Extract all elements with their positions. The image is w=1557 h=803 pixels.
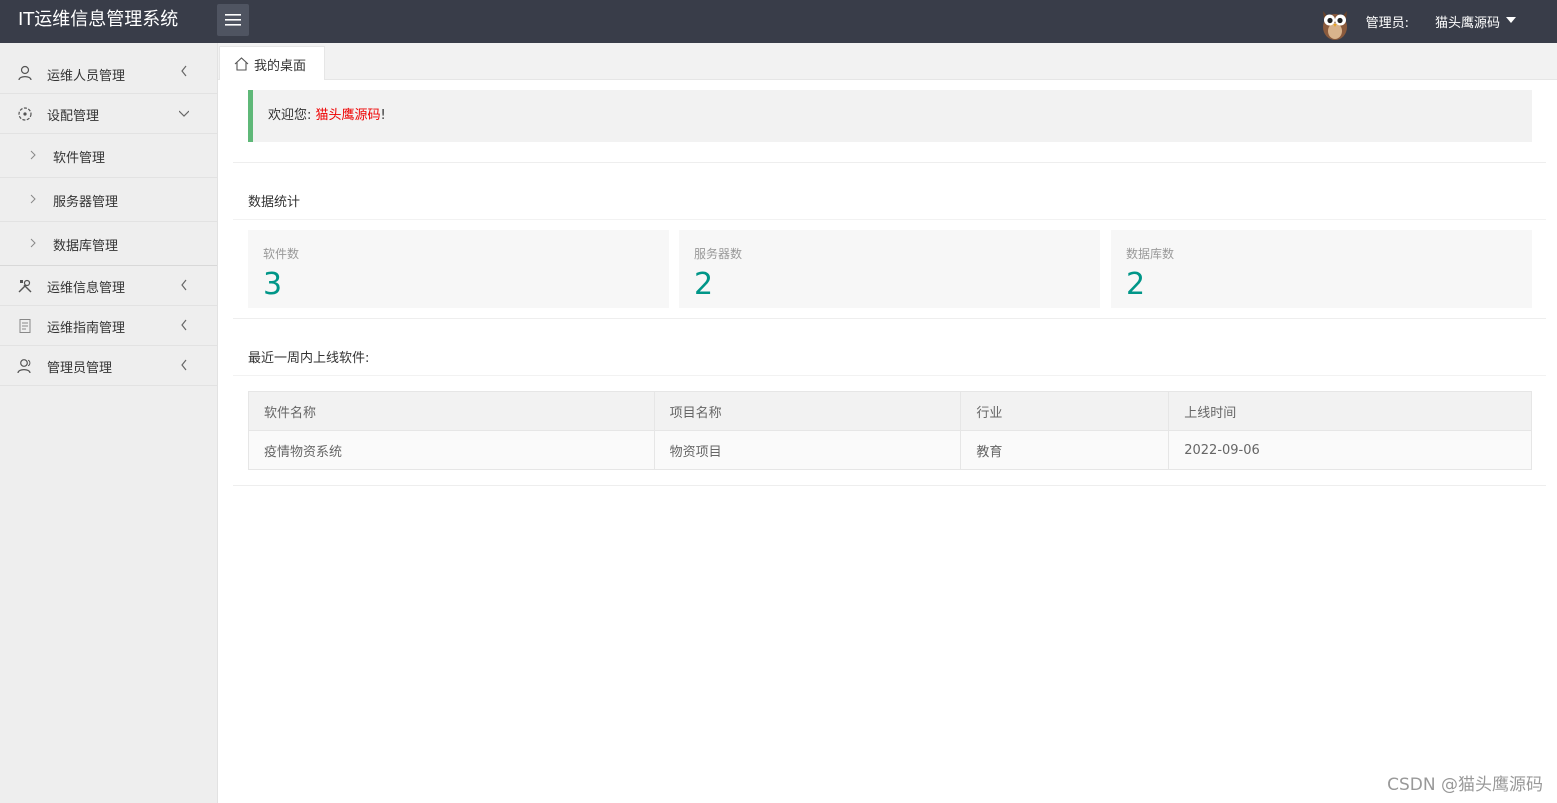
chevron-right-icon [30,238,36,248]
sidebar-item-admins[interactable]: 管理员管理 [0,346,217,386]
table-cell: 2022-09-06 [1168,430,1532,470]
sidebar-item-ops-info[interactable]: 运维信息管理 [0,266,217,306]
owl-avatar [1322,10,1347,40]
sidebar-subitem-server[interactable]: 服务器管理 [0,178,217,222]
recent-title: 最近一周内上线软件: [248,351,370,366]
chevron-left-icon [181,359,187,371]
welcome-prefix: 欢迎您: [268,108,312,123]
stat-label: 软件数 [263,247,300,261]
recent-software-card: 最近一周内上线软件: 软件名称 项目名称 行业 上线时间 疫情物资系统 物资项目… [233,320,1546,486]
recent-software-table: 软件名称 项目名称 行业 上线时间 疫情物资系统 物资项目 教育 2022-09… [248,391,1532,470]
stat-software[interactable]: 软件数 3 [248,230,669,308]
home-icon [234,57,249,71]
menu-toggle-button[interactable] [217,4,249,36]
stat-database[interactable]: 数据库数 2 [1111,230,1532,308]
tab-label: 我的桌面 [254,58,307,74]
table-header-row: 软件名称 项目名称 行业 上线时间 [248,391,1532,431]
sidebar-item-device[interactable]: 设配管理 [0,94,217,134]
chevron-down-icon[interactable] [1506,17,1516,23]
column-header: 上线时间 [1168,391,1532,431]
stat-label: 服务器数 [694,247,743,261]
admin-label: 管理员: [1365,16,1409,31]
sidebar-subitem-label: 服务器管理 [53,195,119,210]
sidebar: 运维人员管理 设配管理 软件管理 服务器管理 数据库管理 运维信息管理 运维指南… [0,43,218,803]
admin-name[interactable]: 猫头鹰源码 [1435,12,1500,31]
top-header: IT运维信息管理系统 管理员: 猫头鹰源码 [0,0,1557,43]
welcome-username: 猫头鹰源码 [315,108,381,123]
welcome-suffix: ! [380,108,386,123]
document-icon [19,319,31,333]
sidebar-item-label: 运维指南管理 [47,321,126,336]
column-header: 行业 [960,391,1170,431]
sidebar-subitem-label: 数据库管理 [53,239,119,254]
sidebar-item-label: 运维人员管理 [47,69,126,84]
main-content: 欢迎您: 猫头鹰源码! 数据统计 软件数 3 服务器数 2 数据库数 2 最近一… [218,80,1557,803]
table-cell: 物资项目 [653,430,962,470]
watermark: CSDN @猫头鹰源码 [1387,775,1543,795]
column-header: 项目名称 [653,391,962,431]
stat-server[interactable]: 服务器数 2 [679,230,1100,308]
table-cell: 教育 [960,430,1170,470]
stat-value: 2 [694,267,714,302]
user-menu[interactable]: 管理员: 猫头鹰源码 [1318,0,1557,43]
divider [233,219,1546,220]
tab-desktop[interactable]: 我的桌面 [219,46,325,81]
stats-card: 数据统计 软件数 3 服务器数 2 数据库数 2 [233,164,1546,319]
sidebar-item-label: 管理员管理 [47,361,113,376]
sidebar-item-label: 设配管理 [47,109,100,124]
user-icon [18,65,32,81]
stat-value: 3 [263,267,283,302]
stat-label: 数据库数 [1126,247,1175,261]
chevron-right-icon [30,150,36,160]
stat-value: 2 [1126,267,1146,302]
welcome-card: 欢迎您: 猫头鹰源码! [233,80,1546,163]
tools-icon [18,279,32,293]
sidebar-subitem-database[interactable]: 数据库管理 [0,222,217,266]
sidebar-item-guide[interactable]: 运维指南管理 [0,306,217,346]
chevron-down-icon [179,110,189,117]
chevron-left-icon [181,279,187,291]
sidebar-subitem-label: 软件管理 [53,151,106,166]
welcome-banner: 欢迎您: 猫头鹰源码! [248,90,1532,142]
menu-icon [225,14,241,26]
divider [233,375,1546,376]
sidebar-item-label: 运维信息管理 [47,281,126,296]
stats-title: 数据统计 [248,195,301,210]
sidebar-subitem-software[interactable]: 软件管理 [0,134,217,178]
column-header: 软件名称 [248,391,655,431]
chevron-left-icon [181,65,187,77]
settings-icon [18,107,32,121]
sidebar-item-staff[interactable]: 运维人员管理 [0,43,217,94]
tab-bar: 我的桌面 [218,43,1557,81]
chevron-left-icon [181,319,187,331]
chevron-right-icon [30,194,36,204]
table-cell: 疫情物资系统 [248,430,655,470]
table-row[interactable]: 疫情物资系统 物资项目 教育 2022-09-06 [248,430,1532,470]
app-title: IT运维信息管理系统 [18,9,179,30]
users-icon [17,359,31,374]
